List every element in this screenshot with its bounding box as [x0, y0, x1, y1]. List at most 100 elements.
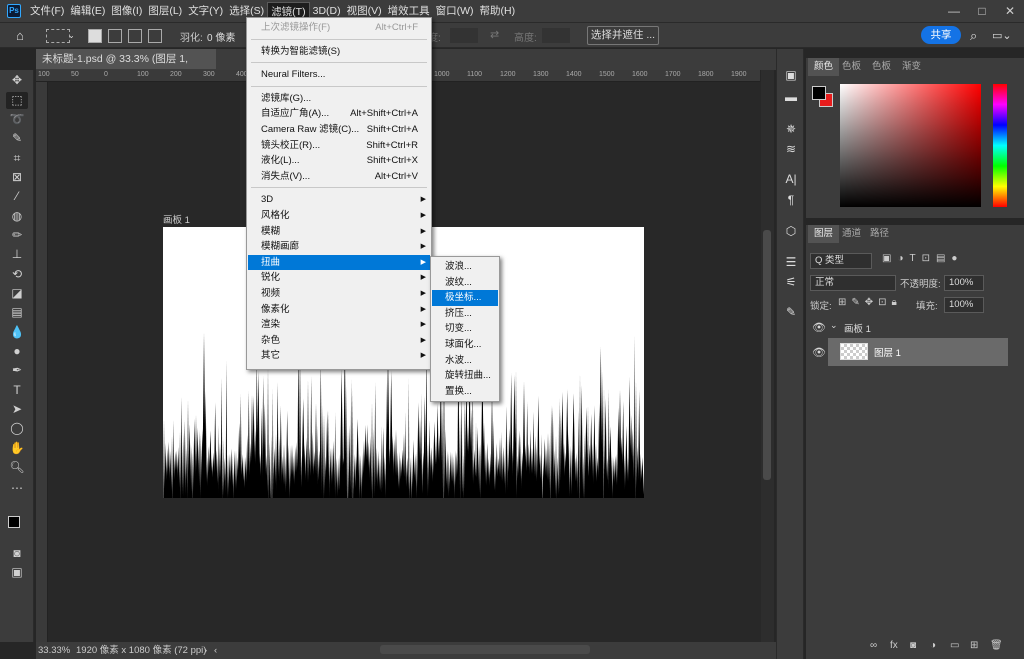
- color-panel-foreground-swatch[interactable]: [812, 86, 826, 100]
- distort-submenu-item[interactable]: 极坐标...: [432, 290, 498, 306]
- filter-menu-item[interactable]: 视频 ▶: [248, 286, 430, 302]
- marquee-tool-icon[interactable]: ⬚: [6, 92, 28, 109]
- character-panel-icon[interactable]: A|: [783, 171, 799, 187]
- search-icon[interactable]: ⌕: [970, 27, 977, 45]
- width-input[interactable]: [450, 28, 478, 43]
- hand-tool-icon[interactable]: ✋: [6, 440, 28, 457]
- subtract-selection-icon[interactable]: [128, 29, 142, 43]
- fx-icon[interactable]: fx: [890, 640, 898, 651]
- share-button[interactable]: 共享: [921, 26, 961, 44]
- layer-visibility-eye-icon[interactable]: 👁: [812, 346, 826, 359]
- tab-channels[interactable]: 通道: [836, 225, 867, 243]
- quick-mask-icon[interactable]: ◙: [6, 545, 28, 562]
- comments-panel-icon[interactable]: ▬: [783, 89, 799, 105]
- tab-color[interactable]: 颜色: [808, 58, 840, 76]
- close-window-button[interactable]: ✕: [996, 0, 1024, 22]
- new-layer-icon[interactable]: ⊞: [970, 640, 978, 651]
- filter-menu-item[interactable]: 滤镜库(G)...: [248, 91, 430, 107]
- home-icon[interactable]: ⌂: [16, 27, 24, 45]
- menu-type[interactable]: 文字(Y): [185, 2, 226, 20]
- maximize-button[interactable]: □: [968, 0, 996, 22]
- filter-menu-item[interactable]: 上次滤镜操作(F) Alt+Ctrl+F: [248, 20, 430, 36]
- artboard-label[interactable]: 画板 1: [163, 212, 190, 226]
- filter-menu-item[interactable]: 模糊画廊 ▶: [248, 239, 430, 255]
- menu-image[interactable]: 图像(I): [108, 2, 145, 20]
- status-menu-arrow[interactable]: ›: [204, 642, 207, 659]
- distort-submenu-item[interactable]: 挤压...: [432, 306, 498, 322]
- add-selection-icon[interactable]: [108, 29, 122, 43]
- vertical-scroll-thumb[interactable]: [763, 230, 771, 480]
- lasso-tool-icon[interactable]: ➰: [6, 111, 28, 128]
- menu-layer[interactable]: 图层(L): [145, 2, 185, 20]
- mask-icon[interactable]: ◙: [910, 640, 916, 651]
- group-icon[interactable]: ▭: [950, 640, 959, 651]
- distort-submenu-item[interactable]: 波浪...: [432, 259, 498, 275]
- adjustments-panel-icon[interactable]: ☰: [783, 254, 799, 270]
- quick-select-tool-icon[interactable]: ✎: [6, 130, 28, 147]
- brush-tool-icon[interactable]: ✏: [6, 227, 28, 244]
- filter-menu-item[interactable]: 液化(L)... Shift+Ctrl+X: [248, 153, 430, 169]
- tab-gradients[interactable]: 渐变: [896, 58, 927, 76]
- dodge-tool-icon[interactable]: ●: [6, 343, 28, 360]
- ellipse-tool-icon[interactable]: ◯: [6, 420, 28, 437]
- link-icon[interactable]: ∞: [870, 640, 877, 651]
- filter-menu-item[interactable]: 其它 ▶: [248, 348, 430, 364]
- styles-panel-icon[interactable]: [783, 286, 799, 302]
- document-tab[interactable]: 未标题-1.psd @ 33.3% (图层 1, RGB/8#) ×: [36, 49, 216, 85]
- filter-menu-item[interactable]: 自适应广角(A)... Alt+Shift+Ctrl+A: [248, 106, 430, 122]
- more-tools-icon[interactable]: ⋯: [6, 480, 28, 497]
- trash-icon[interactable]: 🗑︎: [990, 640, 1003, 651]
- tab-paths[interactable]: 路径: [864, 225, 895, 243]
- lock-icons[interactable]: ⊞✎✥⊡🔒︎: [838, 297, 902, 308]
- distort-submenu-item[interactable]: 波纹...: [432, 275, 498, 291]
- chevron-down-icon[interactable]: ⌄: [68, 27, 75, 45]
- eraser-tool-icon[interactable]: ◪: [6, 285, 28, 302]
- color-picker-field[interactable]: [840, 84, 981, 207]
- filter-menu-item[interactable]: 消失点(V)... Alt+Ctrl+V: [248, 169, 430, 185]
- brush-settings-icon[interactable]: ✵: [783, 121, 799, 137]
- hue-slider[interactable]: [993, 84, 1007, 207]
- distort-submenu-item[interactable]: 切变...: [432, 321, 498, 337]
- menu-file[interactable]: 文件(F): [27, 2, 67, 20]
- filter-menu-item[interactable]: Camera Raw 滤镜(C)... Shift+Ctrl+A: [248, 122, 430, 138]
- gradient-tool-icon[interactable]: ▤: [6, 304, 28, 321]
- adjustment-icon[interactable]: ◑: [930, 640, 936, 651]
- filter-menu-item[interactable]: 扭曲 ▶: [248, 254, 430, 271]
- scroll-left-arrow[interactable]: ‹: [214, 642, 217, 659]
- layer-filter-icons[interactable]: ▣◑T⊡▤●: [882, 253, 963, 264]
- filter-menu-item[interactable]: 锐化 ▶: [248, 270, 430, 286]
- healing-tool-icon[interactable]: ◍: [6, 208, 28, 225]
- minimize-button[interactable]: —: [940, 0, 968, 22]
- history-brush-tool-icon[interactable]: ⟲: [6, 266, 28, 283]
- eyedropper-tool-icon[interactable]: ⁄: [6, 188, 28, 205]
- filter-menu-item[interactable]: 杂色 ▶: [248, 333, 430, 349]
- blend-mode-select[interactable]: 正常: [810, 275, 896, 291]
- type-tool-icon[interactable]: T: [6, 382, 28, 399]
- paragraph-panel-icon[interactable]: ¶: [783, 192, 799, 208]
- layer-row[interactable]: 图层 1: [828, 338, 1008, 366]
- height-input[interactable]: [542, 28, 570, 43]
- filter-menu-item[interactable]: 3D ▶: [248, 192, 430, 208]
- stamp-tool-icon[interactable]: ⊥: [6, 246, 28, 263]
- path-select-tool-icon[interactable]: ➤: [6, 401, 28, 418]
- foreground-color-swatch[interactable]: [8, 516, 20, 528]
- feather-input[interactable]: 0 像素: [207, 29, 235, 44]
- 3d-panel-icon[interactable]: ⬡: [783, 223, 799, 239]
- move-tool-icon[interactable]: ✥: [6, 72, 28, 89]
- paths-brush-icon[interactable]: ✎: [783, 304, 799, 320]
- distort-submenu-item[interactable]: 旋转扭曲...: [432, 368, 498, 384]
- filter-menu-item[interactable]: 像素化 ▶: [248, 302, 430, 318]
- tab-swatches-2[interactable]: 色板: [866, 58, 897, 76]
- filter-menu-item[interactable]: 渲染 ▶: [248, 317, 430, 333]
- fill-input[interactable]: 100%: [944, 297, 984, 313]
- tab-swatches-1[interactable]: 色板: [836, 58, 867, 76]
- distort-submenu-item[interactable]: 水波...: [432, 353, 498, 369]
- brushes-panel-icon[interactable]: ≋: [783, 141, 799, 157]
- filter-menu-item[interactable]: Neural Filters...: [248, 67, 430, 83]
- tab-layers[interactable]: 图层: [808, 225, 840, 243]
- filter-menu-item[interactable]: 转换为智能滤镜(S): [248, 44, 430, 60]
- workspace-icon[interactable]: ▭⌄: [992, 27, 1012, 45]
- chevron-down-icon[interactable]: ⌄: [830, 320, 838, 331]
- frame-tool-icon[interactable]: ⊠: [6, 169, 28, 186]
- distort-submenu-item[interactable]: 置换...: [432, 384, 498, 400]
